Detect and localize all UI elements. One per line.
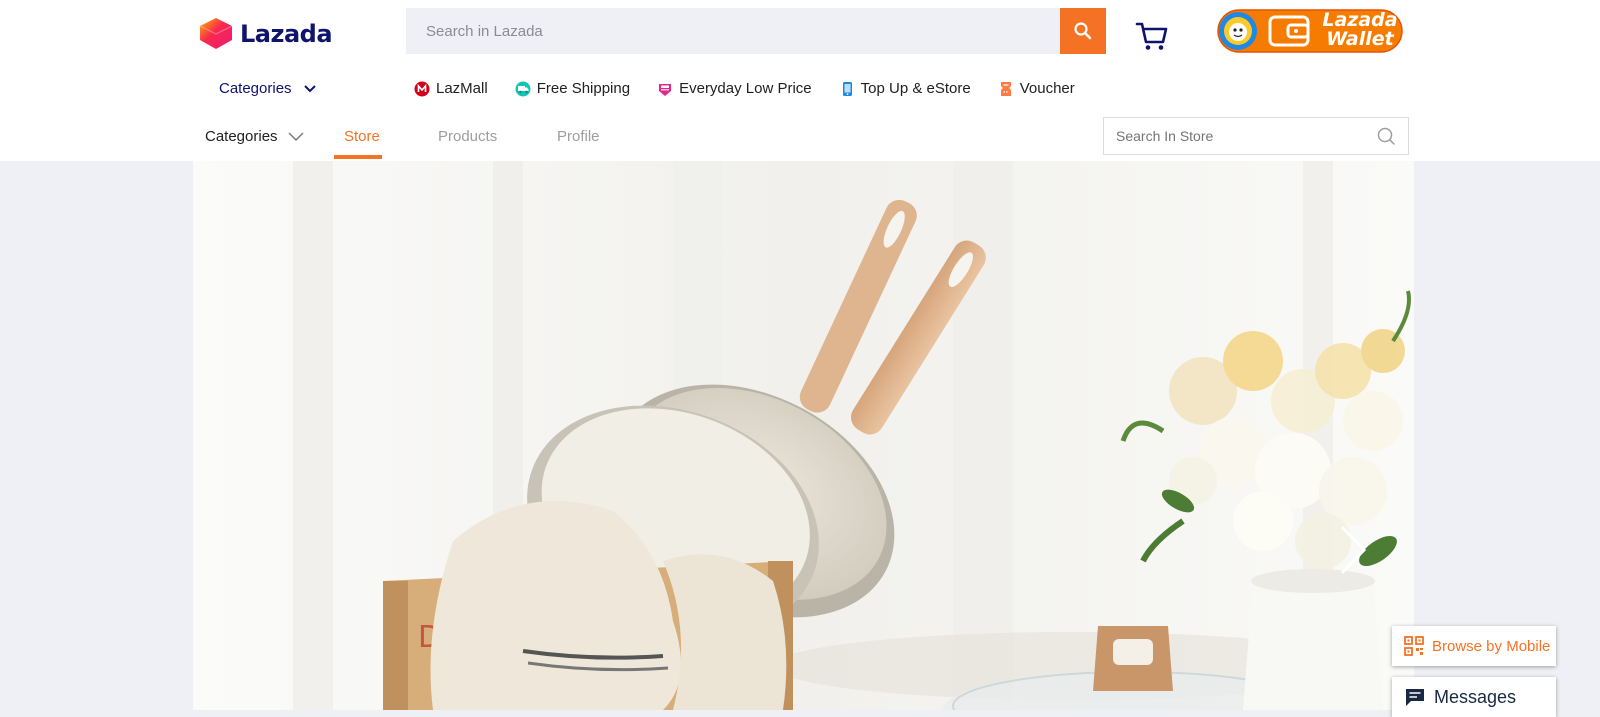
nav-free-shipping-label: Free Shipping: [536, 80, 631, 97]
wallet-label: Lazada Wallet: [1320, 11, 1400, 49]
logo-text: Lazada: [240, 20, 333, 48]
tab-profile[interactable]: Profile: [557, 128, 600, 145]
chat-icon: [1406, 689, 1424, 706]
search-button[interactable]: [1060, 8, 1106, 54]
nav-top-up[interactable]: Top Up & eStore: [839, 80, 971, 97]
free-shipping-icon: [515, 81, 531, 96]
nav-top-up-label: Top Up & eStore: [860, 80, 971, 97]
store-categories-label: Categories: [205, 128, 278, 145]
nav-lazmall[interactable]: LazMall: [414, 80, 488, 97]
search-input[interactable]: [406, 8, 1060, 54]
nav-low-price-label: Everyday Low Price: [679, 80, 812, 97]
categories-label: Categories: [219, 80, 292, 97]
nav-lazmall-label: LazMall: [436, 80, 488, 97]
cart-icon[interactable]: [1135, 20, 1169, 52]
store-search: [1103, 117, 1409, 155]
lazada-wallet-banner[interactable]: Lazada Wallet: [1216, 9, 1404, 54]
browse-by-mobile-label: Browse by Mobile: [1432, 637, 1551, 655]
qr-code-icon: [1404, 636, 1424, 656]
messages-button[interactable]: Messages: [1392, 677, 1556, 717]
nav-free-shipping[interactable]: Free Shipping: [515, 80, 630, 97]
lazmall-icon: [414, 81, 430, 96]
banner-image: DR: [193, 161, 1414, 710]
store-banner-carousel[interactable]: DR: [193, 161, 1414, 710]
categories-dropdown[interactable]: Categories: [219, 80, 316, 97]
tab-store[interactable]: Store: [344, 128, 380, 145]
voucher-icon: [1000, 81, 1011, 96]
nav-everyday-low-price[interactable]: Everyday Low Price: [657, 80, 812, 97]
top-up-icon: [842, 81, 852, 96]
low-price-icon: [659, 83, 672, 96]
lazada-logo[interactable]: Lazada: [198, 18, 333, 50]
channel-nav: LazMall Free Shipping Everyday Low Price: [414, 80, 1102, 97]
active-tab-indicator: [334, 155, 382, 159]
chevron-down-icon: [303, 84, 316, 92]
lazada-heart-icon: [199, 18, 233, 49]
search-icon: [1074, 22, 1092, 40]
messages-label: Messages: [1434, 686, 1517, 707]
search-icon[interactable]: [1376, 126, 1396, 146]
carousel-next-arrow-icon[interactable]: [1338, 525, 1368, 575]
wallet-line2: Wallet: [1326, 28, 1394, 50]
browse-by-mobile-button[interactable]: Browse by Mobile: [1392, 626, 1556, 666]
top-header: Lazada Lazada: [0, 0, 1600, 161]
store-search-input[interactable]: [1104, 119, 1376, 153]
nav-voucher-label: Voucher: [1019, 80, 1075, 97]
store-categories-dropdown[interactable]: Categories: [205, 128, 304, 145]
site-search: [406, 8, 1106, 54]
tab-products[interactable]: Products: [438, 128, 497, 145]
chevron-down-icon: [288, 132, 304, 141]
nav-voucher[interactable]: Voucher: [998, 80, 1075, 97]
